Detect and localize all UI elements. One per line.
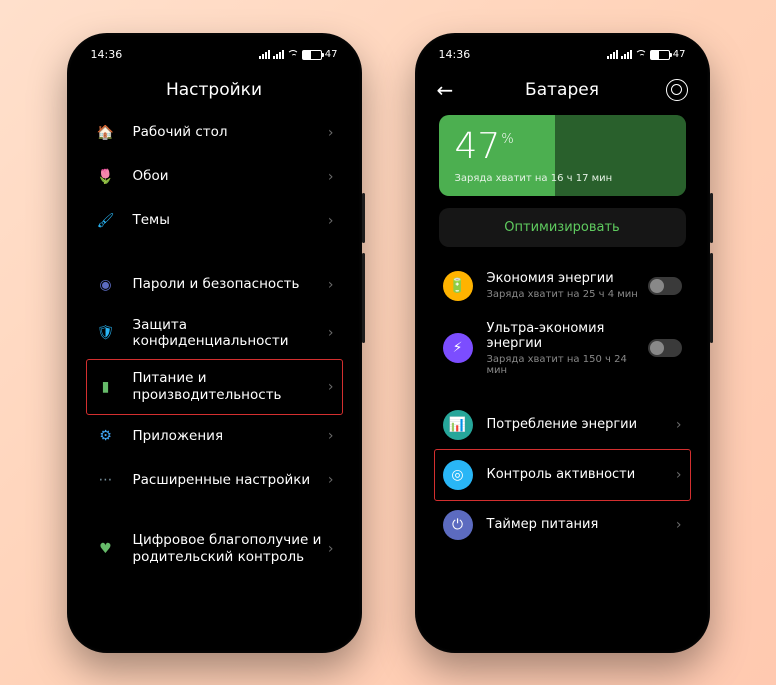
page-title: Настройки (166, 80, 262, 100)
row-label: Цифровое благополучие и родительский кон… (133, 532, 328, 566)
header: Настройки (75, 69, 354, 111)
row-title: Контроль активности (487, 467, 676, 483)
chevron-right-icon: › (328, 325, 334, 341)
row-title: Экономия энергии (487, 271, 648, 287)
toggle-ultra-saver[interactable] (648, 339, 682, 357)
settings-list[interactable]: 🏠 Рабочий стол › 🌷 Обои › 🖌 Темы › (75, 111, 354, 645)
chevron-right-icon: › (328, 379, 334, 395)
side-button (362, 253, 365, 343)
row-label: Приложения (133, 428, 328, 445)
battery-icon: ▮ (95, 376, 117, 398)
side-button (710, 253, 713, 343)
chevron-right-icon: › (328, 277, 334, 293)
settings-gear-button[interactable] (666, 79, 688, 101)
row-privacy[interactable]: 🛡 Защита конфиденциальности › (87, 307, 342, 361)
row-battery-performance[interactable]: ▮ Питание и производительность › (86, 359, 343, 415)
chart-icon: 📊 (443, 410, 473, 440)
row-subtitle: Заряда хватит на 25 ч 4 мин (487, 289, 648, 300)
row-label: Темы (133, 212, 328, 229)
wifi-icon (287, 50, 299, 59)
gear-icon: ⚙ (95, 425, 117, 447)
row-title: Таймер питания (487, 517, 676, 533)
row-power-timer[interactable]: ⏻ Таймер питания › (435, 500, 690, 550)
power-icon: ⏻ (443, 510, 473, 540)
row-label: Рабочий стол (133, 124, 328, 141)
flower-icon: 🌷 (95, 166, 117, 188)
row-advanced[interactable]: ⋯ Расширенные настройки › (87, 458, 342, 502)
side-button (710, 193, 713, 243)
chevron-right-icon: › (328, 472, 334, 488)
phone-left: 14:36 47 Настройки 🏠 Рабочий стол › 🌷 (67, 33, 362, 653)
side-button (362, 193, 365, 243)
row-subtitle: Заряда хватит на 150 ч 24 мин (487, 354, 648, 376)
status-right: 47 (607, 49, 686, 60)
heart-icon: ♥ (95, 538, 117, 560)
battery-icon (650, 50, 670, 60)
signal-icon (607, 50, 618, 59)
chevron-right-icon: › (328, 169, 334, 185)
toggle-battery-saver[interactable] (648, 277, 682, 295)
row-passwords[interactable]: ◉ Пароли и безопасность › (87, 263, 342, 307)
row-label: Обои (133, 168, 328, 185)
screen-left: 14:36 47 Настройки 🏠 Рабочий стол › 🌷 (75, 41, 354, 645)
chevron-right-icon: › (328, 541, 334, 557)
signal-icon (621, 50, 632, 59)
battery-icon (302, 50, 322, 60)
row-label: Питание и производительность (133, 370, 328, 404)
row-wallpaper[interactable]: 🌷 Обои › (87, 155, 342, 199)
activity-icon: ◎ (443, 460, 473, 490)
row-label: Пароли и безопасность (133, 276, 328, 293)
brush-icon: 🖌 (95, 210, 117, 232)
status-time: 14:36 (91, 48, 123, 61)
status-right: 47 (259, 49, 338, 60)
row-ultra-saver[interactable]: ⚡ Ультра-экономия энергии Заряда хватит … (435, 311, 690, 386)
dots-icon: ⋯ (95, 469, 117, 491)
row-activity-control[interactable]: ◎ Контроль активности › (434, 449, 691, 501)
chevron-right-icon: › (328, 125, 334, 141)
battery-card: 47% Заряда хватит на 16 ч 17 мин (439, 115, 686, 196)
row-apps[interactable]: ⚙ Приложения › (87, 414, 342, 458)
battery-saver-icon: 🔋 (443, 271, 473, 301)
signal-icon (273, 50, 284, 59)
row-themes[interactable]: 🖌 Темы › (87, 199, 342, 243)
row-title: Ультра-экономия энергии (487, 321, 648, 352)
back-button[interactable]: ← (437, 78, 454, 102)
status-time: 14:36 (439, 48, 471, 61)
shield-icon: 🛡 (95, 322, 117, 344)
chevron-right-icon: › (328, 428, 334, 444)
fingerprint-icon: ◉ (95, 274, 117, 296)
signal-icon (259, 50, 270, 59)
statusbar: 14:36 47 (423, 41, 702, 69)
optimize-button[interactable]: Оптимизировать (439, 208, 686, 247)
header: ← Батарея (423, 69, 702, 111)
group-2: ◉ Пароли и безопасность › 🛡 Защита конфи… (87, 263, 342, 503)
chevron-right-icon: › (676, 467, 682, 483)
home-icon: 🏠 (95, 122, 117, 144)
wifi-icon (635, 50, 647, 59)
battery-estimate: Заряда хватит на 16 ч 17 мин (455, 173, 670, 184)
chevron-right-icon: › (676, 517, 682, 533)
row-battery-saver[interactable]: 🔋 Экономия энергии Заряда хватит на 25 ч… (435, 261, 690, 311)
row-title: Потребление энергии (487, 417, 676, 433)
row-desktop[interactable]: 🏠 Рабочий стол › (87, 111, 342, 155)
chevron-right-icon: › (676, 417, 682, 433)
ultra-saver-icon: ⚡ (443, 333, 473, 363)
chevron-right-icon: › (328, 213, 334, 229)
group-1: 🏠 Рабочий стол › 🌷 Обои › 🖌 Темы › (87, 111, 342, 243)
row-power-usage[interactable]: 📊 Потребление энергии › (435, 400, 690, 450)
battery-percent: 47 (673, 49, 686, 60)
battery-level: 47% (455, 129, 670, 165)
row-label: Расширенные настройки (133, 472, 328, 489)
row-wellbeing[interactable]: ♥ Цифровое благополучие и родительский к… (87, 522, 342, 576)
battery-page[interactable]: 47% Заряда хватит на 16 ч 17 мин Оптимиз… (423, 111, 702, 645)
screen-right: 14:36 47 ← Батарея 47% Заряда хватит на … (423, 41, 702, 645)
battery-percent: 47 (325, 49, 338, 60)
phone-right: 14:36 47 ← Батарея 47% Заряда хватит на … (415, 33, 710, 653)
page-title: Батарея (525, 80, 599, 100)
statusbar: 14:36 47 (75, 41, 354, 69)
row-label: Защита конфиденциальности (133, 317, 328, 351)
